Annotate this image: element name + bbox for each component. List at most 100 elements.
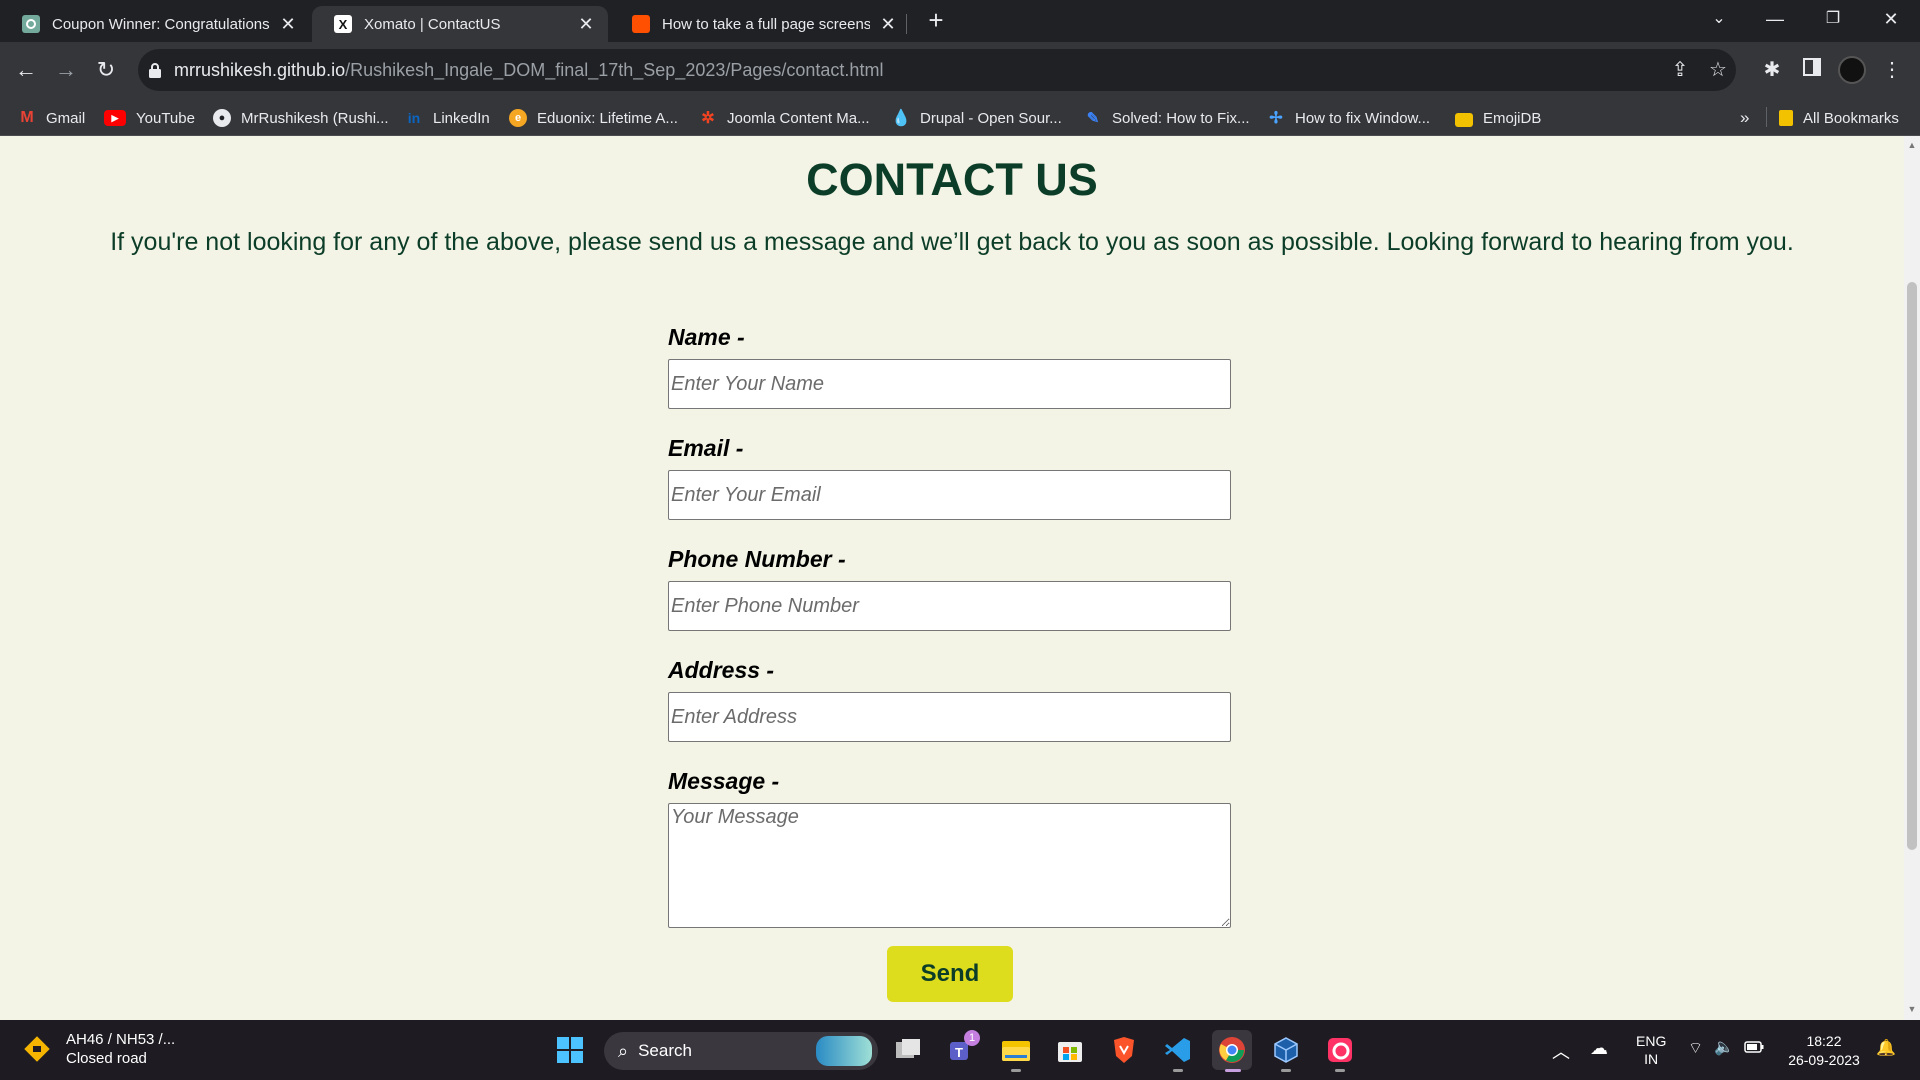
forward-button[interactable]: →	[50, 54, 82, 86]
running-indicator	[1011, 1069, 1021, 1072]
bookmark-label: Drupal - Open Sour...	[920, 109, 1062, 127]
close-tab-icon[interactable]: ✕	[278, 14, 298, 35]
file-explorer-icon[interactable]	[996, 1030, 1036, 1072]
vscode-icon[interactable]	[1158, 1030, 1198, 1072]
close-tab-icon[interactable]: ✕	[878, 14, 898, 35]
bookmark-eduonix[interactable]: e Eduonix: Lifetime A...	[509, 107, 678, 129]
chrome-icon[interactable]	[1212, 1030, 1252, 1072]
reload-button[interactable]: ↻	[90, 54, 122, 86]
solved-icon: ✎	[1086, 110, 1100, 127]
tab-xomato-contact[interactable]: X Xomato | ContactUS ✕	[312, 6, 608, 42]
address-input[interactable]	[668, 692, 1231, 742]
message-label: Message -	[668, 768, 780, 794]
bookmark-how-to-fix[interactable]: ✢ How to fix Window...	[1267, 107, 1430, 129]
bookmark-emojidb[interactable]: EmojiDB	[1455, 107, 1541, 129]
bookmark-youtube[interactable]: ▶ YouTube	[104, 107, 195, 129]
bookmarks-overflow-button[interactable]: »	[1740, 107, 1749, 129]
notification-bell-icon[interactable]: 🔔	[1876, 1038, 1896, 1058]
bookmark-drupal[interactable]: 💧 Drupal - Open Sour...	[891, 107, 1062, 129]
battery-icon[interactable]	[1744, 1040, 1764, 1056]
windows-start-icon[interactable]	[550, 1030, 590, 1070]
teams-badge: 1	[964, 1030, 980, 1046]
microsoft-store-icon[interactable]	[1050, 1030, 1090, 1070]
language-region: IN	[1644, 1051, 1659, 1067]
bookmark-label: Eduonix: Lifetime A...	[537, 109, 678, 127]
profile-avatar[interactable]	[1838, 56, 1866, 84]
tab-title: Coupon Winner: Congratulations	[52, 15, 270, 33]
page-viewport: CONTACT US If you're not looking for any…	[0, 136, 1904, 1020]
bookmark-github[interactable]: ● MrRushikesh (Rushi...	[213, 107, 389, 129]
name-input[interactable]	[668, 359, 1231, 409]
minimize-button[interactable]: —	[1752, 0, 1798, 38]
windows-fix-icon: ✢	[1269, 110, 1283, 127]
tab-search-button[interactable]: ⌄	[1696, 0, 1742, 38]
running-indicator	[1281, 1069, 1291, 1072]
bookmark-linkedin[interactable]: in LinkedIn	[405, 107, 490, 129]
linkedin-icon: in	[405, 109, 423, 127]
taskbar-search-box[interactable]: ⌕ Search	[604, 1032, 878, 1070]
svg-text:T: T	[955, 1045, 963, 1060]
bookmark-star-icon[interactable]: ☆	[1706, 58, 1730, 82]
youtube-icon: ▶	[104, 110, 126, 126]
address-label: Address -	[668, 657, 775, 683]
tab-title: How to take a full page screenshot	[662, 15, 870, 33]
close-window-button[interactable]: ✕	[1868, 0, 1914, 38]
bookmark-label: All Bookmarks	[1803, 109, 1899, 127]
show-hidden-icons-chevron-icon[interactable]: ︿	[1552, 1038, 1570, 1064]
language-indicator[interactable]: ENG IN	[1636, 1032, 1666, 1068]
bookmark-joomla[interactable]: ✲ Joomla Content Ma...	[699, 107, 870, 129]
page-scrollbar[interactable]: ▲ ▼	[1904, 136, 1920, 1020]
new-tab-button[interactable]: +	[922, 6, 950, 34]
page-title: CONTACT US	[806, 154, 1098, 205]
task-view-icon[interactable]	[888, 1030, 928, 1070]
eduonix-icon: e	[509, 109, 527, 127]
restore-button[interactable]: ❐	[1810, 0, 1856, 38]
scrollbar-thumb[interactable]	[1907, 282, 1917, 850]
gmail-icon: M	[20, 109, 34, 126]
bookmark-label: Joomla Content Ma...	[727, 109, 870, 127]
tab-full-page-screenshot[interactable]: How to take a full page screenshot ✕	[610, 6, 910, 42]
virtualbox-icon[interactable]	[1266, 1030, 1306, 1072]
scroll-up-arrow-icon[interactable]: ▲	[1904, 140, 1920, 150]
tab-coupon-winner[interactable]: Coupon Winner: Congratulations ✕	[0, 6, 310, 42]
bookmark-label: YouTube	[136, 109, 195, 127]
extensions-icon[interactable]: ✱	[1758, 56, 1786, 84]
folder-icon	[1455, 113, 1473, 127]
bookmark-label: EmojiDB	[1483, 109, 1542, 127]
language-code: ENG	[1636, 1033, 1667, 1049]
zapier-icon	[632, 15, 650, 33]
menu-kebab-icon[interactable]: ⋮	[1878, 56, 1906, 84]
side-panel-icon[interactable]	[1798, 56, 1826, 84]
back-button[interactable]: ←	[10, 54, 42, 86]
xomato-icon: X	[334, 15, 352, 33]
screenshot-tool-icon[interactable]	[1320, 1030, 1360, 1072]
taskbar-search-label: Search	[638, 1041, 692, 1060]
email-input[interactable]	[668, 470, 1231, 520]
contact-form: Name - Email - Phone Number - Address - …	[668, 324, 1231, 928]
clock-date: 26-09-2023	[1788, 1052, 1860, 1068]
send-button[interactable]: Send	[887, 946, 1013, 1002]
weather-widget[interactable]: AH46 / NH53 /... Closed road	[22, 1030, 175, 1068]
message-textarea[interactable]	[668, 803, 1231, 928]
tab-divider	[906, 14, 907, 34]
chatgpt-icon	[22, 15, 40, 33]
share-icon[interactable]: ⇪	[1668, 58, 1692, 82]
wifi-icon[interactable]: ⌔	[1688, 1038, 1703, 1058]
all-bookmarks-button[interactable]: All Bookmarks	[1779, 107, 1899, 129]
bookmark-label: MrRushikesh (Rushi...	[241, 109, 389, 127]
phone-input[interactable]	[668, 581, 1231, 631]
volume-icon[interactable]: 🔈	[1714, 1037, 1734, 1057]
scroll-down-arrow-icon[interactable]: ▼	[1904, 1004, 1920, 1014]
clock-time: 18:22	[1806, 1033, 1842, 1049]
clock[interactable]: 18:22 26-09-2023	[1784, 1032, 1864, 1070]
bookmarks-bar: M Gmail ▶ YouTube ● MrRushikesh (Rushi..…	[0, 98, 1920, 136]
drupal-icon: 💧	[891, 110, 911, 127]
bookmark-solved[interactable]: ✎ Solved: How to Fix...	[1084, 107, 1250, 129]
close-tab-icon[interactable]: ✕	[576, 14, 596, 35]
teams-icon[interactable]: T 1	[942, 1030, 982, 1070]
bookmark-label: Gmail	[46, 109, 86, 127]
brave-browser-icon[interactable]	[1104, 1030, 1144, 1070]
onedrive-cloud-icon[interactable]: ☁	[1590, 1038, 1608, 1059]
address-bar[interactable]: mrrushikesh.github.io/Rushikesh_Ingale_D…	[138, 49, 1736, 91]
bookmark-gmail[interactable]: M Gmail	[18, 107, 85, 129]
